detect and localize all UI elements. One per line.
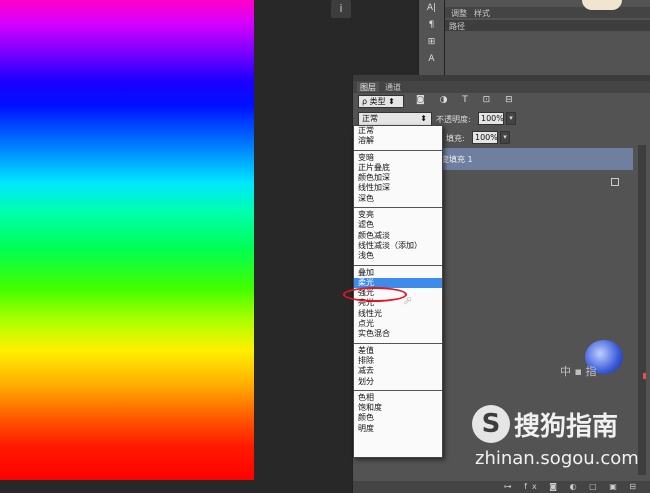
tab-layers[interactable]: 图层 xyxy=(357,82,379,92)
tab-channels[interactable]: 通道 xyxy=(385,82,401,92)
menu-separator xyxy=(354,147,442,153)
type-tool-icon[interactable]: A xyxy=(419,54,444,68)
opacity-label: 不透明度: xyxy=(436,115,471,124)
tab-adjustments[interactable]: 调整 xyxy=(449,8,469,18)
blend-menu-item[interactable]: 实色混合 xyxy=(354,329,442,339)
blend-menu-item[interactable]: 颜色减淡 xyxy=(354,231,442,241)
watermark-text: 搜狗指南 xyxy=(514,411,619,442)
mouse-cursor-icon: ➚ xyxy=(403,294,413,307)
layers-tabs: 图层 通道 xyxy=(353,81,650,93)
decorative-ornament xyxy=(582,0,622,10)
tool-strip: A| ¶ ⊞ A xyxy=(418,0,444,76)
fill-input[interactable]: 100% xyxy=(472,131,498,144)
tab-styles[interactable]: 样式 xyxy=(472,8,492,18)
blend-menu-item[interactable]: 正常 xyxy=(354,126,442,136)
chevron-updown-icon: ⬍ xyxy=(420,114,427,123)
blend-menu-item[interactable]: 叠加 xyxy=(354,268,442,278)
lock-icon xyxy=(611,178,619,186)
blend-menu-item[interactable]: 减去 xyxy=(354,366,442,376)
adjustments-panel: 调整 样式 路径 xyxy=(444,0,650,76)
gradient-document[interactable] xyxy=(0,0,254,480)
blend-menu-item[interactable]: 正片叠底 xyxy=(354,163,442,173)
blend-menu-item[interactable]: 线性加深 xyxy=(354,183,442,193)
character-panel-icon[interactable]: A| xyxy=(419,3,444,17)
menu-separator xyxy=(354,204,442,210)
layers-scrollbar[interactable] xyxy=(638,145,646,475)
sogou-watermark: S 搜狗指南 xyxy=(472,405,618,443)
blend-menu-item[interactable]: 滤色 xyxy=(354,220,442,230)
blend-menu-item[interactable]: 线性减淡（添加） xyxy=(354,241,442,251)
paragraph-panel-icon[interactable]: ¶ xyxy=(419,20,444,34)
scroll-marker xyxy=(643,373,646,379)
layer-name: 变填充 1 xyxy=(441,155,473,164)
blend-menu-item[interactable]: 浅色 xyxy=(354,251,442,261)
menu-separator xyxy=(354,262,442,268)
blend-menu-item[interactable]: 变暗 xyxy=(354,153,442,163)
info-icon[interactable]: i xyxy=(331,0,351,18)
blend-menu-item[interactable]: 明度 xyxy=(354,424,442,434)
filter-icons[interactable]: ◙ ◑ T ⊡ ⊟ xyxy=(416,95,519,105)
blend-menu-item[interactable]: 颜色 xyxy=(354,413,442,423)
paths-row[interactable]: 路径 xyxy=(445,20,650,31)
blend-menu-item[interactable]: 点光 xyxy=(354,319,442,329)
watermark-url: zhinan.sogou.com xyxy=(475,448,639,469)
layer-filter-row: ρ 类型 ⬍ ◙ ◑ T ⊡ ⊟ xyxy=(356,95,646,109)
blend-menu-item[interactable]: 色相 xyxy=(354,393,442,403)
menu-separator xyxy=(354,340,442,346)
blend-menu-item[interactable]: 差值 xyxy=(354,346,442,356)
watermark-seal: 中 ▪ 指 xyxy=(560,335,630,390)
blend-menu-item[interactable]: 线性光 xyxy=(354,309,442,319)
blend-mode-value: 正常 xyxy=(362,114,378,123)
adjustments-tabs: 调整 样式 xyxy=(445,7,650,18)
opacity-input[interactable]: 100% xyxy=(478,112,504,125)
blend-menu-item[interactable]: 饱和度 xyxy=(354,403,442,413)
menu-separator xyxy=(354,387,442,393)
ink-brush-decoration: 中 ▪ 指 xyxy=(560,365,597,378)
blend-menu-item[interactable]: 变亮 xyxy=(354,210,442,220)
fill-dropdown-icon[interactable]: ▾ xyxy=(500,131,510,144)
blend-menu-item[interactable]: 深色 xyxy=(354,194,442,204)
blend-menu-item[interactable]: 颜色加深 xyxy=(354,173,442,183)
layers-bottom-bar[interactable]: ⊶ fx ◙ ◐ ▢ ▣ ⊟ xyxy=(353,481,650,493)
sogou-logo-icon: S xyxy=(472,405,510,443)
opacity-dropdown-icon[interactable]: ▾ xyxy=(506,112,516,125)
fill-label: 填充: xyxy=(446,134,465,143)
blend-menu-item[interactable]: 溶解 xyxy=(354,136,442,146)
blend-menu-item[interactable]: 排除 xyxy=(354,356,442,366)
glyph-panel-icon[interactable]: ⊞ xyxy=(419,37,444,51)
filter-kind-select[interactable]: ρ 类型 ⬍ xyxy=(358,95,404,108)
blend-mode-select[interactable]: 正常 ⬍ xyxy=(358,112,432,126)
blend-menu-item[interactable]: 划分 xyxy=(354,377,442,387)
annotation-circle xyxy=(343,287,407,302)
